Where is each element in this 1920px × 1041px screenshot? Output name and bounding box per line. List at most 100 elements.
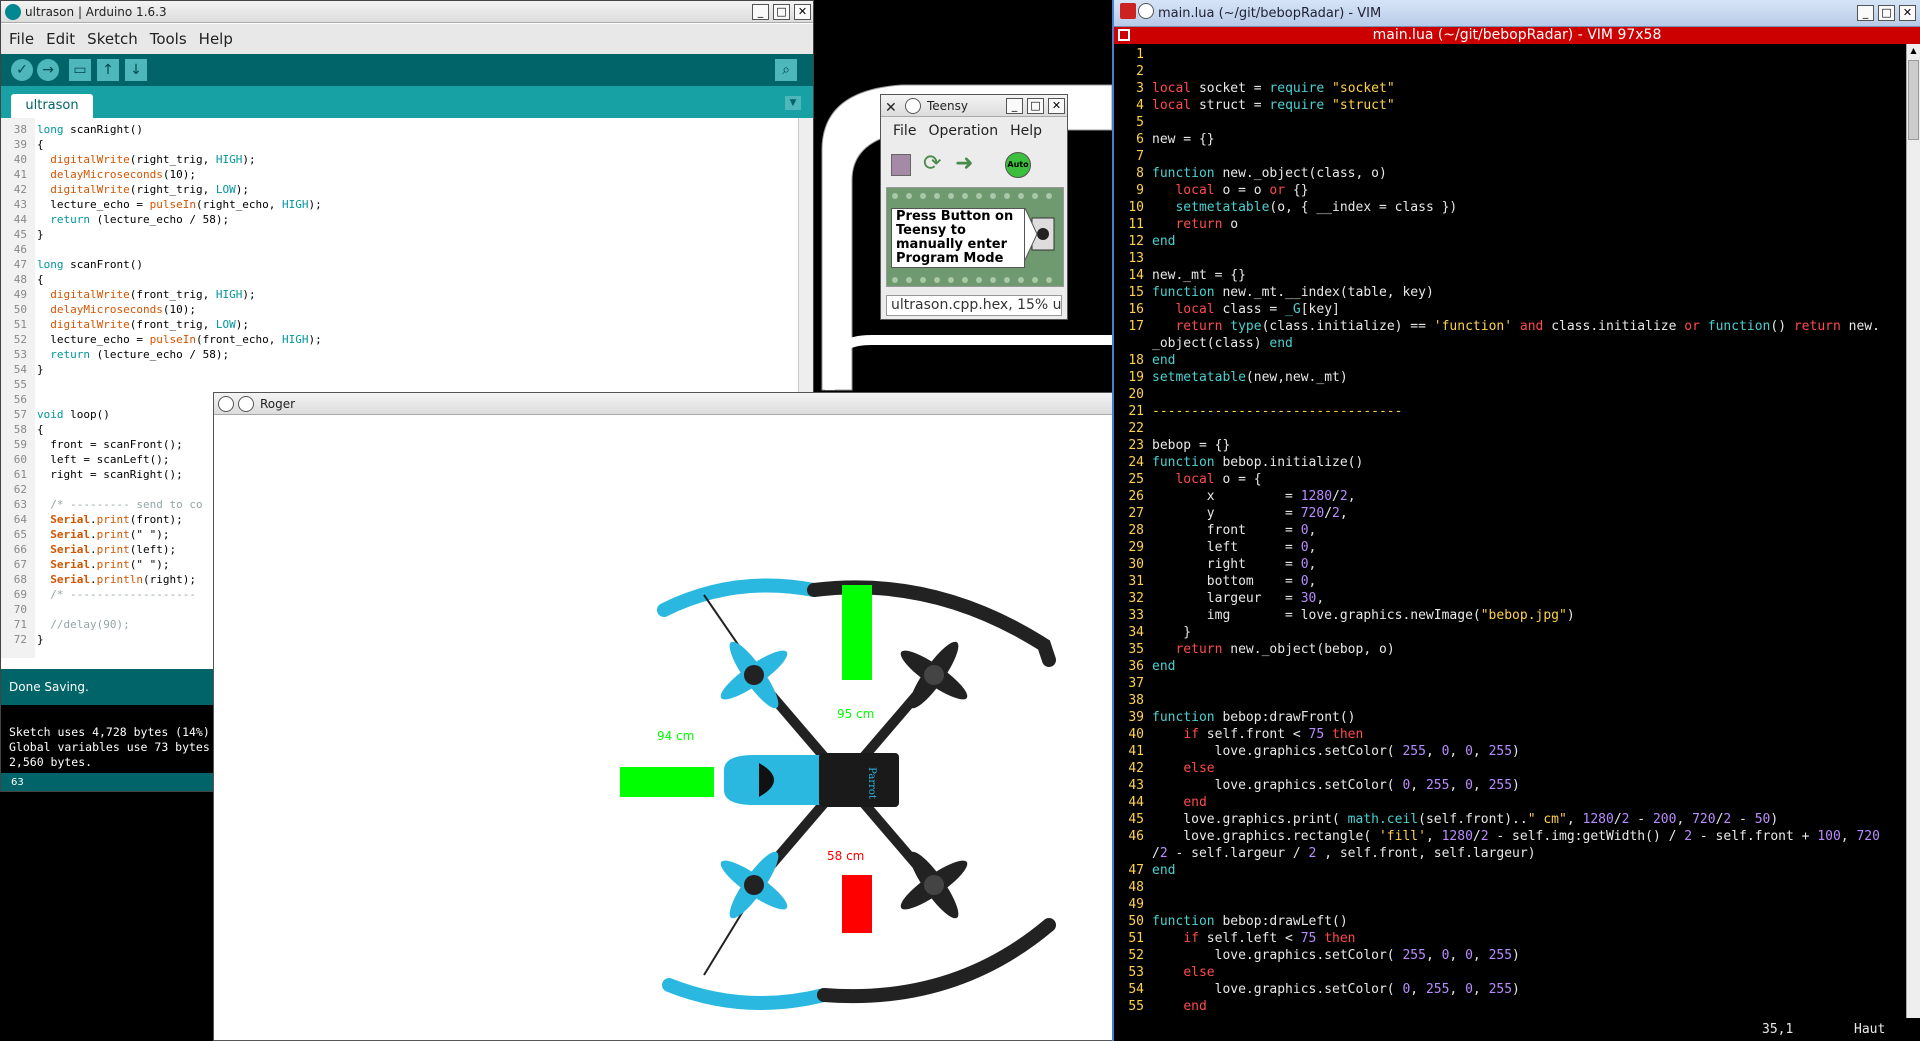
code-line: 41 delayMicroseconds(10); xyxy=(13,168,196,181)
vim-line: 16 local class = _G[key] xyxy=(1128,302,1340,317)
vim-line: 8 function new._object(class, o) xyxy=(1136,166,1387,181)
front-distance-bar xyxy=(842,585,872,680)
code-line: 43 lecture_echo = pulseIn(right_echo, HI… xyxy=(13,198,322,211)
vim-line: 49 xyxy=(1128,897,1144,912)
code-line: 38 long scanRight() xyxy=(13,123,143,136)
editor-scrollbar[interactable] xyxy=(798,118,813,393)
vim-line: 45 love.graphics.print( math.ceil(self.f… xyxy=(1128,812,1779,827)
code-line: 72} xyxy=(13,633,44,646)
code-line: 59 front = scanFront(); xyxy=(13,438,183,451)
vim-line: 14 new._mt = {} xyxy=(1128,268,1246,283)
program-icon[interactable] xyxy=(891,154,911,176)
verify-button[interactable]: ✓ xyxy=(11,59,33,81)
menu-edit[interactable]: Edit xyxy=(46,30,75,48)
vim-status-line: 35,1 Haut xyxy=(1114,1018,1920,1041)
left-distance-bar xyxy=(620,767,714,797)
vim-pin-icon[interactable] xyxy=(1138,3,1154,19)
maximize-button[interactable]: □ xyxy=(773,4,790,20)
vim-line: 3 local socket = require "socket" xyxy=(1136,81,1395,96)
vim-window: main.lua (~/git/bebopRadar) - VIM _ □ ✕ … xyxy=(1112,0,1920,1041)
teensy-minimize-button[interactable]: _ xyxy=(1006,98,1023,114)
code-line: 44 return (lecture_echo / 58); xyxy=(13,213,230,226)
vim-line: 18 end xyxy=(1128,353,1176,368)
teensy-titlebar[interactable]: ✕ Teensy _ □ ✕ xyxy=(881,95,1067,117)
vim-line: 48 xyxy=(1128,880,1144,895)
roger-window: Roger Parrot 95 cm 94 cm 58 cm xyxy=(213,392,1113,1041)
tab-ultrason[interactable]: ultrason xyxy=(11,94,93,118)
menu-help[interactable]: Help xyxy=(199,30,233,48)
open-button[interactable]: ↑ xyxy=(97,59,119,81)
vim-titlebar[interactable]: main.lua (~/git/bebopRadar) - VIM _ □ ✕ xyxy=(1114,0,1920,27)
menu-sketch[interactable]: Sketch xyxy=(87,30,138,48)
vim-line: 32 largeur = 30, xyxy=(1128,591,1325,606)
vim-scroll-up-arrow[interactable]: ▲ xyxy=(1907,44,1920,58)
vim-minimize-button[interactable]: _ xyxy=(1857,5,1874,21)
upload-button[interactable]: → xyxy=(37,59,59,81)
close-button[interactable]: ✕ xyxy=(794,4,811,20)
serial-monitor-button[interactable]: ⌕ xyxy=(775,59,797,81)
reboot-icon[interactable]: ⟳ xyxy=(923,152,947,176)
vim-scroll-thumb[interactable] xyxy=(1908,60,1919,140)
teensy-board-panel: Press Button on Teensy to manually enter… xyxy=(886,187,1064,287)
roger-pin-icon[interactable] xyxy=(238,396,254,412)
code-line: 48{ xyxy=(13,273,44,286)
teensy-menu-file[interactable]: File xyxy=(893,123,916,139)
verify-icon[interactable]: ➜ xyxy=(955,152,979,176)
vim-text-area[interactable]: 1 2 3 local socket = require "socket" 4 local… xyxy=(1114,44,1906,1018)
auto-button[interactable]: Auto xyxy=(1005,152,1031,178)
menu-tools[interactable]: Tools xyxy=(150,30,187,48)
code-line: 55 xyxy=(13,378,27,391)
code-line: 53 return (lecture_echo / 58); xyxy=(13,348,230,361)
teensy-window: ✕ Teensy _ □ ✕ File Operation Help ⟳ ➜ Aut… xyxy=(880,94,1068,320)
vim-line: 2 xyxy=(1136,64,1144,79)
vim-line: 53 else xyxy=(1128,965,1215,980)
vim-line: 44 end xyxy=(1128,795,1207,810)
new-button[interactable]: ▭ xyxy=(69,59,91,81)
vim-line: 23 bebop = {} xyxy=(1128,438,1231,453)
vim-line: 36 end xyxy=(1128,659,1176,674)
roger-window-title: Roger xyxy=(260,397,296,411)
save-button[interactable]: ↓ xyxy=(125,59,147,81)
teensy-menu-operation[interactable]: Operation xyxy=(928,123,998,139)
code-line: 40 digitalWrite(right_trig, HIGH); xyxy=(13,153,256,166)
code-line: 52 lecture_echo = pulseIn(front_echo, HI… xyxy=(13,333,322,346)
vim-line: 4 local struct = require "struct" xyxy=(1136,98,1395,113)
teensy-menu-help[interactable]: Help xyxy=(1010,123,1042,139)
vim-line: 9 local o = o or {} xyxy=(1136,183,1309,198)
teensy-close-button[interactable]: ✕ xyxy=(1048,98,1065,114)
code-line: 64 Serial.print(front); xyxy=(13,513,183,526)
teensy-maximize-button[interactable]: □ xyxy=(1027,98,1044,114)
vim-line: 43 love.graphics.setColor( 0, 255, 0, 25… xyxy=(1128,778,1520,793)
tab-menu-arrow-icon[interactable]: ▼ xyxy=(785,96,801,110)
vim-line: 17 return type(class.initialize) == 'fun… xyxy=(1128,319,1880,334)
vim-scrollbar[interactable]: ▲ xyxy=(1906,44,1920,1018)
vim-line: /2 - self.largeur / 2 , self.front, self… xyxy=(1152,846,1536,861)
vim-line: 20 xyxy=(1128,387,1144,402)
vim-close-button[interactable]: ✕ xyxy=(1899,5,1916,21)
vim-line: 51 if self.left < 75 then xyxy=(1128,931,1356,946)
arduino-titlebar[interactable]: ultrason | Arduino 1.6.3 _ □ ✕ xyxy=(1,1,813,23)
code-line: 65 Serial.print(" "); xyxy=(13,528,170,541)
code-line: 69 /* ------------------- xyxy=(13,588,196,601)
vim-title-bar: main.lua (~/git/bebopRadar) - VIM 97x58 xyxy=(1114,27,1920,44)
rear-left-guard xyxy=(662,978,831,1010)
vim-line: 55 end xyxy=(1128,999,1207,1014)
code-line: 42 digitalWrite(right_trig, LOW); xyxy=(13,183,249,196)
vim-line: 28 front = 0, xyxy=(1128,523,1317,538)
roger-titlebar[interactable]: Roger xyxy=(214,393,1112,415)
code-line: 67 Serial.print(" "); xyxy=(13,558,170,571)
menu-file[interactable]: File xyxy=(9,30,34,48)
code-line: 51 digitalWrite(front_trig, LOW); xyxy=(13,318,249,331)
vim-maximize-button[interactable]: □ xyxy=(1878,5,1895,21)
minimize-button[interactable]: _ xyxy=(752,4,769,20)
vim-line: 10 setmetatable(o, { __index = class }) xyxy=(1128,200,1458,215)
vim-line: 6 new = {} xyxy=(1136,132,1215,147)
code-line: 47 long scanFront() xyxy=(13,258,143,271)
vim-scroll-position: Haut xyxy=(1854,1022,1886,1037)
vim-window-title: main.lua (~/git/bebopRadar) - VIM xyxy=(1158,6,1382,21)
teensy-logo-icon: ✕ xyxy=(885,100,897,116)
radar-canvas: Parrot 95 cm 94 cm 58 cm xyxy=(620,578,1056,1010)
pin-icon[interactable] xyxy=(905,98,921,114)
code-line: 56 xyxy=(13,393,27,406)
vim-line: 27 y = 720/2, xyxy=(1128,506,1348,521)
